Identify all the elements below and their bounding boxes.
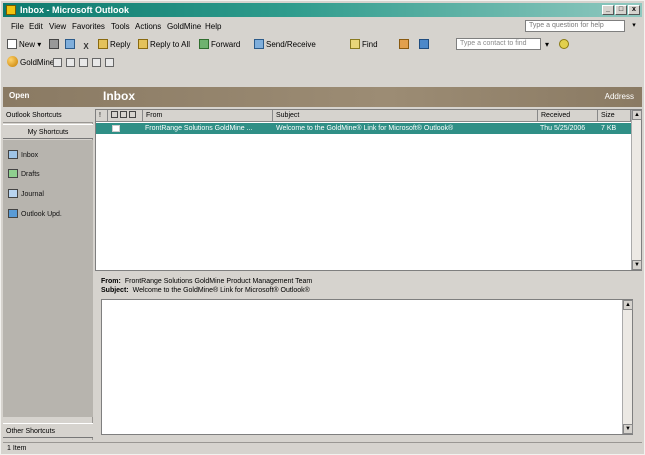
window-title: Inbox - Microsoft Outlook [20, 5, 129, 15]
address-book-icon [419, 39, 429, 49]
message-list-scrollbar[interactable]: ▲ ▼ [631, 110, 642, 270]
open-folder-button[interactable]: Open [9, 91, 29, 100]
reply-all-button[interactable]: Reply to All [138, 37, 190, 52]
send-receive-button[interactable]: Send/Receive [254, 37, 316, 52]
maximize-button[interactable]: □ [615, 5, 627, 15]
goldmine-logo-icon [7, 56, 18, 67]
folder-title[interactable]: Inbox [103, 89, 135, 103]
goldmine-link-icon[interactable] [53, 58, 62, 67]
help-question-input[interactable]: Type a question for help [525, 20, 625, 32]
message-list: ! From Subject Received Size FrontRange … [95, 109, 642, 271]
reading-pane: From: FrontRange Solutions GoldMine Produ… [95, 273, 642, 440]
preview-scroll-down-button[interactable]: ▼ [623, 424, 633, 434]
menu-actions[interactable]: Actions [133, 20, 163, 33]
outlook-shortcuts-pane: Outlook Shortcuts My Shortcuts Inbox Dra… [3, 109, 93, 440]
reply-button[interactable]: Reply [98, 37, 130, 52]
column-icons[interactable] [108, 110, 143, 122]
close-button[interactable]: x [628, 5, 640, 15]
organize-button[interactable] [399, 37, 411, 52]
drafts-icon [8, 169, 18, 178]
help-dropdown-arrow[interactable]: ▾ [629, 20, 639, 32]
minimize-button[interactable]: _ [602, 5, 614, 15]
menu-file[interactable]: File [9, 20, 26, 33]
find-button[interactable]: Find [350, 37, 378, 52]
address-label: Address [604, 92, 634, 101]
print-icon [49, 39, 59, 49]
preview-subject: Subject: Welcome to the GoldMine® Link fo… [101, 287, 310, 294]
goldmine-lookup-icon[interactable] [92, 58, 101, 67]
delete-icon: X [83, 42, 89, 51]
shortcut-outlook-update[interactable]: Outlook Upd. [8, 209, 62, 221]
goldmine-link-contact-icon[interactable] [66, 58, 75, 67]
goldmine-toolbar: GoldMine [3, 54, 642, 71]
preview-scroll-up-button[interactable]: ▲ [623, 300, 633, 310]
shortcut-drafts[interactable]: Drafts [8, 169, 40, 181]
shortcut-inbox[interactable]: Inbox [8, 150, 38, 162]
column-from[interactable]: From [143, 110, 273, 122]
column-size[interactable]: Size [598, 110, 631, 122]
delete-button[interactable]: X [81, 37, 93, 52]
folder-banner: Open Inbox Address [3, 87, 642, 107]
shortcuts-list: Inbox Drafts Journal Outlook Upd. [3, 140, 93, 417]
menu-help[interactable]: Help [203, 20, 223, 33]
item-type-icon [111, 111, 118, 118]
menu-bar: File Edit View Favorites Tools Actions G… [3, 19, 642, 34]
new-mail-icon [7, 39, 17, 49]
title-bar: Inbox - Microsoft Outlook _ □ x [3, 3, 642, 17]
message-subject: Welcome to the GoldMine® Link for Micros… [276, 125, 454, 132]
column-received[interactable]: Received [538, 110, 598, 122]
outlook-app-icon [6, 5, 16, 15]
message-size: 7 KB [601, 125, 617, 132]
shortcut-journal[interactable]: Journal [8, 189, 44, 201]
flag-icon [119, 111, 127, 118]
send-receive-icon [254, 39, 264, 49]
menu-view[interactable]: View [47, 20, 68, 33]
new-button[interactable]: New ▾ [7, 37, 41, 52]
help-button[interactable] [559, 37, 571, 52]
menu-edit[interactable]: Edit [27, 20, 45, 33]
column-importance[interactable]: ! [96, 110, 108, 122]
find-icon [350, 39, 360, 49]
other-shortcuts-button[interactable]: Other Shortcuts [3, 423, 93, 438]
status-bar: 1 Item [3, 442, 642, 454]
help-icon [559, 39, 569, 49]
address-book-button[interactable] [419, 37, 431, 52]
move-to-folder-button[interactable] [65, 37, 77, 52]
inbox-icon [8, 150, 18, 159]
envelope-icon [112, 125, 120, 132]
menu-tools[interactable]: Tools [109, 20, 132, 33]
my-shortcuts-button[interactable]: My Shortcuts [3, 124, 93, 139]
find-contact-dropdown[interactable]: ▾ [545, 37, 549, 52]
move-to-folder-icon [65, 39, 75, 49]
forward-button[interactable]: Forward [199, 37, 240, 52]
menu-goldmine[interactable]: GoldMine [165, 20, 203, 33]
preview-scrollbar[interactable]: ▲ ▼ [622, 300, 633, 434]
standard-toolbar: New ▾ X Reply Reply to All Forward Send/… [3, 36, 642, 53]
outlook-shortcuts-header[interactable]: Outlook Shortcuts [3, 109, 93, 123]
forward-icon [199, 39, 209, 49]
goldmine-options-icon[interactable] [105, 58, 114, 67]
reply-icon [98, 39, 108, 49]
message-received: Thu 5/25/2006 [540, 125, 586, 132]
outlook-update-icon [8, 209, 18, 218]
reply-all-icon [138, 39, 148, 49]
outlook-window: Inbox - Microsoft Outlook _ □ x File Edi… [0, 0, 645, 455]
message-from: FrontRange Solutions GoldMine ... [145, 125, 253, 132]
print-button[interactable] [49, 37, 61, 52]
menu-favorites[interactable]: Favorites [70, 20, 107, 33]
scroll-up-button[interactable]: ▲ [632, 110, 642, 120]
preview-body[interactable]: ▲ ▼ [101, 299, 633, 435]
scroll-down-button[interactable]: ▼ [632, 260, 642, 270]
organize-icon [399, 39, 409, 49]
goldmine-button[interactable]: GoldMine [7, 55, 54, 70]
attachment-icon [128, 111, 136, 118]
journal-icon [8, 189, 18, 198]
column-subject[interactable]: Subject [273, 110, 538, 122]
table-row[interactable]: FrontRange Solutions GoldMine ... Welcom… [96, 123, 631, 134]
find-contact-input[interactable]: Type a contact to find [456, 38, 541, 50]
goldmine-calendar-icon[interactable] [79, 58, 88, 67]
